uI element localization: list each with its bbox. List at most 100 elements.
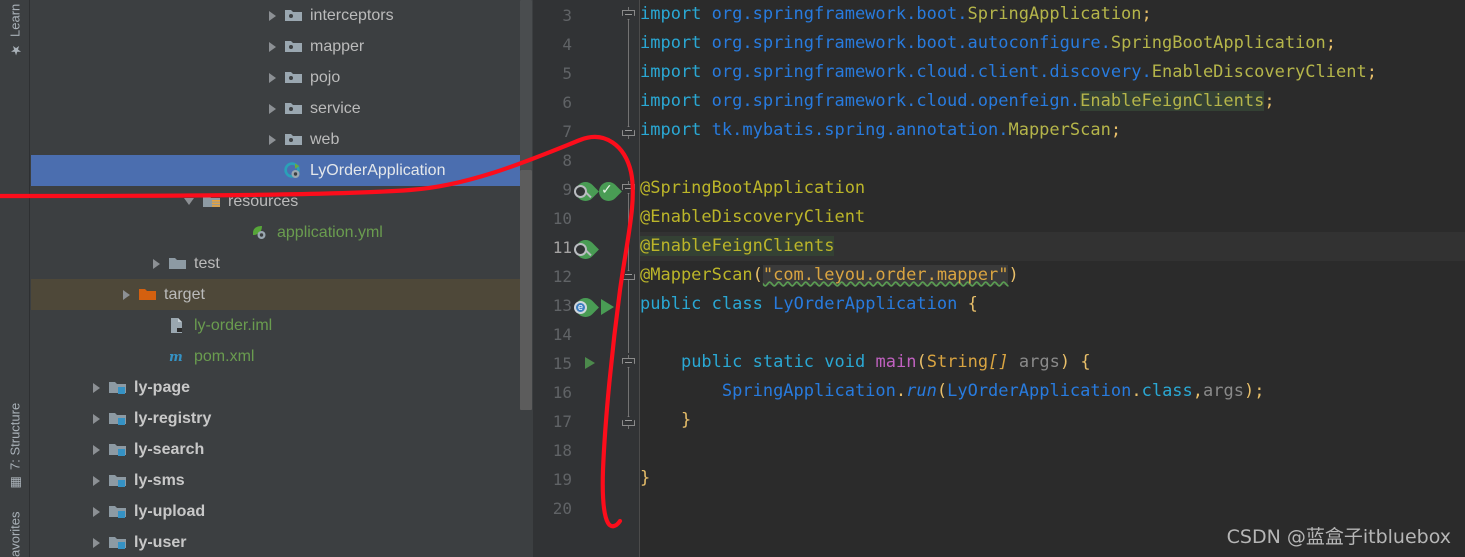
project-tree-panel[interactable]: interceptors mapper pojo service web LyOrderA…: [31, 0, 532, 557]
class-name-lyorderapplication: LyOrderApplication: [773, 294, 958, 314]
tree-row-test[interactable]: test: [31, 248, 532, 279]
tool-window-structure[interactable]: ▦ 7: Structure: [0, 370, 30, 490]
package-icon: [285, 103, 302, 114]
chevron-right-icon[interactable]: [269, 41, 276, 52]
tree-row-ly-order-iml[interactable]: ly-order.iml: [31, 310, 532, 341]
code-line-6: import org.springframework.cloud.openfei…: [640, 91, 1275, 111]
code-line-11: @EnableFeignClients: [640, 232, 1465, 261]
fold-marker-imports-start[interactable]: [621, 7, 637, 23]
code-line-10: @EnableDiscoveryClient: [640, 207, 866, 227]
tree-row-ly-search[interactable]: ly-search: [31, 434, 532, 465]
tree-row-application-yml[interactable]: application.yml: [31, 217, 532, 248]
tree-row-ly-registry[interactable]: ly-registry: [31, 403, 532, 434]
tree-row-ly-upload[interactable]: ly-upload: [31, 496, 532, 527]
tree-row-label: ly-upload: [134, 502, 206, 520]
iml-file-icon: [171, 318, 182, 333]
code-line-16: SpringApplication.run(LyOrderApplication…: [721, 381, 1265, 401]
resources-folder-icon: [203, 196, 220, 207]
code-line-5: import org.springframework.cloud.client.…: [640, 62, 1377, 82]
line-number-18: 18: [552, 441, 572, 460]
chevron-down-icon[interactable]: [184, 198, 194, 205]
string-literal-mapper-package: "com.leyou.order.mapper": [762, 265, 1009, 285]
tool-window-favorites[interactable]: avorites: [0, 492, 30, 557]
tree-row-service[interactable]: service: [31, 93, 532, 124]
tree-row-ly-user[interactable]: ly-user: [31, 527, 532, 557]
tree-row-interceptors[interactable]: interceptors: [31, 0, 532, 31]
chevron-right-icon[interactable]: [93, 444, 100, 455]
code-line-4: import org.springframework.boot.autoconf…: [640, 33, 1337, 53]
yaml-file-icon: [253, 226, 266, 239]
code-line-15: public static void main(String[] args) {: [680, 352, 1091, 372]
chevron-right-icon[interactable]: [93, 382, 100, 393]
module-icon: [109, 537, 126, 549]
chevron-right-icon[interactable]: [269, 103, 276, 114]
graduation-cap-icon: ★: [7, 42, 23, 58]
fold-marker-class-start[interactable]: [621, 181, 637, 197]
usage-highlight-enablefeignclients-annotation: @EnableFeignClients: [640, 236, 835, 256]
method-call-run: run: [906, 381, 937, 401]
chevron-right-icon[interactable]: [153, 258, 160, 269]
chevron-right-icon[interactable]: [93, 413, 100, 424]
scrollbar-thumb[interactable]: [520, 170, 532, 410]
code-text-area[interactable]: import org.springframework.boot.SpringAp…: [640, 0, 1465, 557]
line-number-7: 7: [562, 122, 572, 141]
chevron-right-icon[interactable]: [269, 72, 276, 83]
run-method-icon[interactable]: [585, 357, 595, 369]
structure-icon: ▦: [7, 475, 23, 490]
chevron-right-icon[interactable]: [123, 289, 130, 300]
run-application-icon[interactable]: [601, 299, 614, 315]
tree-row-ly-page[interactable]: ly-page: [31, 372, 532, 403]
chevron-right-icon[interactable]: [93, 475, 100, 486]
spring-bean-config-icon[interactable]: e: [572, 294, 599, 321]
code-line-12: @MapperScan("com.leyou.order.mapper"): [640, 265, 1019, 285]
chevron-right-icon[interactable]: [93, 537, 100, 548]
fold-marker-method-end[interactable]: [621, 413, 637, 429]
tree-row-lyorderapplication[interactable]: LyOrderApplication: [31, 155, 532, 186]
module-icon: [109, 475, 126, 487]
tree-row-resources[interactable]: resources: [31, 186, 532, 217]
tree-row-pojo[interactable]: pojo: [31, 62, 532, 93]
package-icon: [285, 41, 302, 52]
code-editor[interactable]: 3 4 5 6 7 8 9 10 11 12 13 14 15 16 17 18 19 20 ✓: [533, 0, 1465, 557]
project-tree-scrollbar[interactable]: [520, 0, 532, 557]
line-number-8: 8: [562, 151, 572, 170]
module-icon: [109, 382, 126, 394]
module-icon: [109, 444, 126, 456]
intellij-idea-window: ★ Learn ▦ 7: Structure avorites intercep…: [0, 0, 1465, 557]
folder-icon: [169, 258, 186, 269]
keyword-import: import: [640, 4, 702, 24]
tree-row-target[interactable]: target: [31, 279, 532, 310]
tree-row-label: pojo: [310, 68, 341, 86]
chevron-right-icon[interactable]: [93, 506, 100, 517]
spring-bean-search-icon[interactable]: [572, 178, 599, 205]
editor-gutter[interactable]: 3 4 5 6 7 8 9 10 11 12 13 14 15 16 17 18 19 20 ✓: [533, 0, 640, 557]
line-number-19: 19: [552, 470, 572, 489]
fold-marker-method-start[interactable]: [621, 355, 637, 371]
tree-row-label: interceptors: [310, 6, 394, 24]
fold-marker-annotations-end[interactable]: [621, 267, 637, 283]
usage-highlight-enablefeignclients: EnableFeignClients: [1080, 91, 1265, 111]
spring-bean-search-icon[interactable]: [572, 236, 599, 263]
line-number-9: 9: [562, 180, 572, 199]
spring-bean-check-icon[interactable]: ✓: [595, 178, 622, 205]
maven-file-icon: m: [169, 350, 183, 365]
chevron-right-icon[interactable]: [269, 134, 276, 145]
chevron-right-icon[interactable]: [269, 10, 276, 21]
tool-window-learn[interactable]: ★ Learn: [0, 4, 30, 94]
module-icon: [109, 413, 126, 425]
line-number-3: 3: [562, 6, 572, 25]
tree-row-web[interactable]: web: [31, 124, 532, 155]
tree-row-pom-xml[interactable]: m pom.xml: [31, 341, 532, 372]
package-icon: [285, 134, 302, 145]
tree-row-label: ly-page: [134, 378, 191, 396]
target-folder-icon: [139, 289, 156, 300]
tree-row-label: application.yml: [277, 223, 383, 241]
fold-marker-imports-end[interactable]: [621, 123, 637, 139]
code-line-17: }: [680, 410, 692, 430]
tool-window-structure-label: 7: Structure: [7, 402, 23, 470]
tree-row-label: ly-search: [134, 440, 205, 458]
code-line-3: import org.springframework.boot.SpringAp…: [640, 4, 1152, 24]
tree-row-mapper[interactable]: mapper: [31, 31, 532, 62]
tree-row-label: ly-registry: [134, 409, 212, 427]
tree-row-ly-sms[interactable]: ly-sms: [31, 465, 532, 496]
